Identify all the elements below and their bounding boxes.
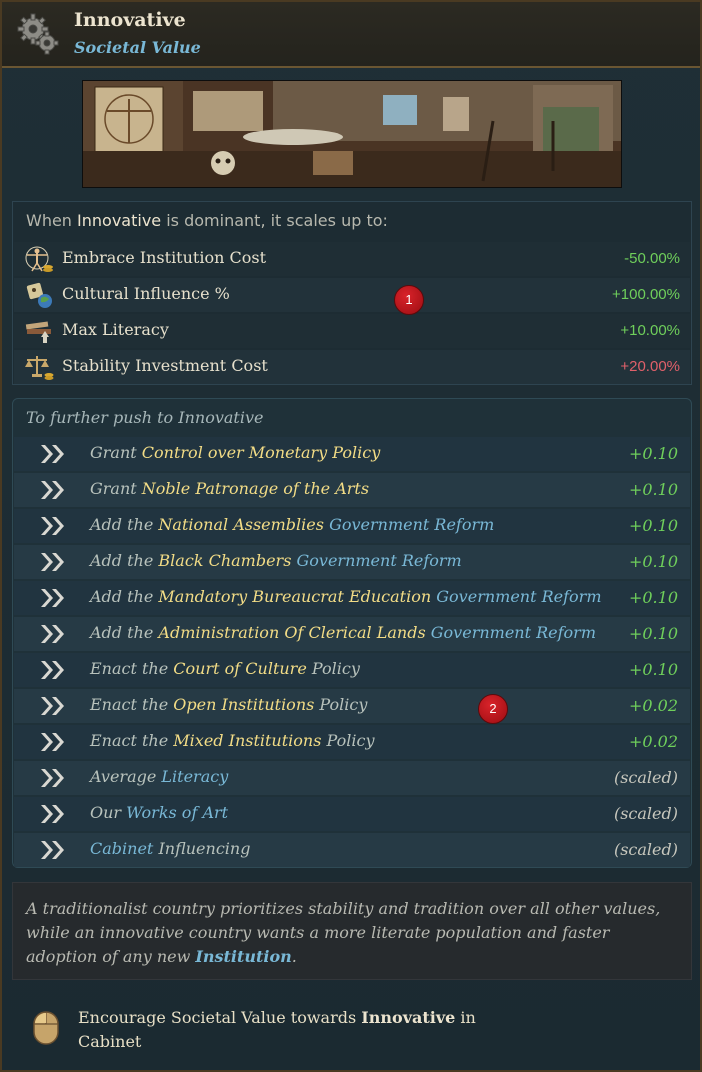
push-row-text: Cabinet Influencing xyxy=(90,839,251,858)
push-row-value: +0.10 xyxy=(628,660,678,679)
scale-row-label: Stability Investment Cost xyxy=(62,356,268,375)
push-row-value: (scaled) xyxy=(613,840,678,859)
push-row[interactable]: Cabinet Influencing (scaled) xyxy=(14,833,690,867)
marker-badge-1: 1 xyxy=(394,285,424,315)
push-row-text: Add the Administration Of Clerical Lands… xyxy=(90,623,596,642)
books-icon xyxy=(25,321,51,343)
push-row-text: Add the Black Chambers Government Reform xyxy=(90,551,462,570)
scale-row-label: Embrace Institution Cost xyxy=(62,248,266,267)
marker-badge-2: 2 xyxy=(478,694,508,724)
description-box: A traditionalist country prioritizes sta… xyxy=(12,882,692,980)
scale-row-stability-investment-cost: Stability Investment Cost +20.00% xyxy=(14,350,690,384)
push-row-text: Our Works of Art xyxy=(90,803,229,822)
double-chevron-icon xyxy=(41,661,64,679)
double-chevron-icon xyxy=(41,517,64,535)
double-chevron-icon xyxy=(41,553,64,571)
push-row-text: Add the Mandatory Bureaucrat Education G… xyxy=(90,587,602,606)
scales-icon xyxy=(25,356,54,380)
panel-title: Innovative xyxy=(74,9,186,31)
push-row-value: (scaled) xyxy=(613,804,678,823)
double-chevron-icon xyxy=(41,445,64,463)
scale-row-embrace-institution-cost: Embrace Institution Cost -50.00% xyxy=(14,242,690,276)
push-row-value: +0.10 xyxy=(628,588,678,607)
scale-row-value: +10.00% xyxy=(620,322,680,339)
push-row-value: +0.10 xyxy=(628,552,678,571)
push-row-value: +0.02 xyxy=(628,696,678,715)
scale-row-value: +20.00% xyxy=(620,358,680,375)
push-row[interactable]: Add the National Assemblies Government R… xyxy=(14,509,690,543)
push-row-text: Average Literacy xyxy=(90,767,229,786)
push-row-text: Grant Control over Monetary Policy xyxy=(90,443,381,462)
push-row-value: +0.10 xyxy=(628,444,678,463)
encourage-action[interactable]: Encourage Societal Value towards Innovat… xyxy=(22,1004,482,1058)
push-row-value: +0.02 xyxy=(628,732,678,751)
push-row[interactable]: Enact the Mixed Institutions Policy +0.0… xyxy=(14,725,690,759)
panel-subtitle: Societal Value xyxy=(74,38,201,57)
push-row-value: +0.10 xyxy=(628,516,678,535)
double-chevron-icon xyxy=(41,733,64,751)
double-chevron-icon xyxy=(41,841,64,859)
vitruvian-icon xyxy=(25,246,53,272)
culture-icon xyxy=(26,282,52,308)
push-title: To further push to Innovative xyxy=(26,408,264,427)
scale-row-label: Max Literacy xyxy=(62,320,169,339)
double-chevron-icon xyxy=(41,805,64,823)
encourage-text: Encourage Societal Value towards Innovat… xyxy=(78,1008,476,1051)
scale-row-label: Cultural Influence % xyxy=(62,284,230,303)
header: Innovative Societal Value xyxy=(2,2,700,68)
double-chevron-icon xyxy=(41,625,64,643)
push-row[interactable]: Average Literacy (scaled) xyxy=(14,761,690,795)
scale-row-cultural-influence: Cultural Influence % +100.00% xyxy=(14,278,690,312)
mouse-icon xyxy=(33,1011,59,1045)
scale-up-section: When Innovative is dominant, it scales u… xyxy=(12,201,692,385)
push-row[interactable]: Add the Mandatory Bureaucrat Education G… xyxy=(14,581,690,615)
scale-row-value: -50.00% xyxy=(624,250,680,267)
double-chevron-icon xyxy=(41,697,64,715)
double-chevron-icon xyxy=(41,769,64,787)
scale-row-max-literacy: Max Literacy +10.00% xyxy=(14,314,690,348)
push-row-text: Enact the Mixed Institutions Policy xyxy=(90,731,375,750)
push-row[interactable]: Our Works of Art (scaled) xyxy=(14,797,690,831)
push-row[interactable]: Add the Black Chambers Government Reform… xyxy=(14,545,690,579)
push-section: To further push to Innovative Grant Cont… xyxy=(12,398,692,868)
double-chevron-icon xyxy=(41,481,64,499)
push-row[interactable]: Enact the Court of Culture Policy +0.10 xyxy=(14,653,690,687)
tooltip-panel: Innovative Societal Value When Innovativ… xyxy=(0,0,702,1072)
push-row-text: Grant Noble Patronage of the Arts xyxy=(90,479,370,498)
double-chevron-icon xyxy=(41,589,64,607)
scale-row-value: +100.00% xyxy=(612,286,680,303)
push-row-value: (scaled) xyxy=(613,768,678,787)
push-row[interactable]: Grant Control over Monetary Policy +0.10 xyxy=(14,437,690,471)
scale-intro: When Innovative is dominant, it scales u… xyxy=(26,211,388,230)
push-row-value: +0.10 xyxy=(628,480,678,499)
push-row-value: +0.10 xyxy=(628,624,678,643)
push-row-text: Add the National Assemblies Government R… xyxy=(90,515,495,534)
institution-link[interactable]: Institution xyxy=(195,947,291,966)
push-row-text: Enact the Court of Culture Policy xyxy=(90,659,360,678)
banner-image xyxy=(82,80,622,188)
description-text: A traditionalist country prioritizes sta… xyxy=(26,899,661,966)
gear-icon xyxy=(17,13,59,55)
push-row[interactable]: Enact the Open Institutions Policy +0.02 xyxy=(14,689,690,723)
push-row[interactable]: Grant Noble Patronage of the Arts +0.10 xyxy=(14,473,690,507)
push-row-text: Enact the Open Institutions Policy xyxy=(90,695,368,714)
push-row[interactable]: Add the Administration Of Clerical Lands… xyxy=(14,617,690,651)
